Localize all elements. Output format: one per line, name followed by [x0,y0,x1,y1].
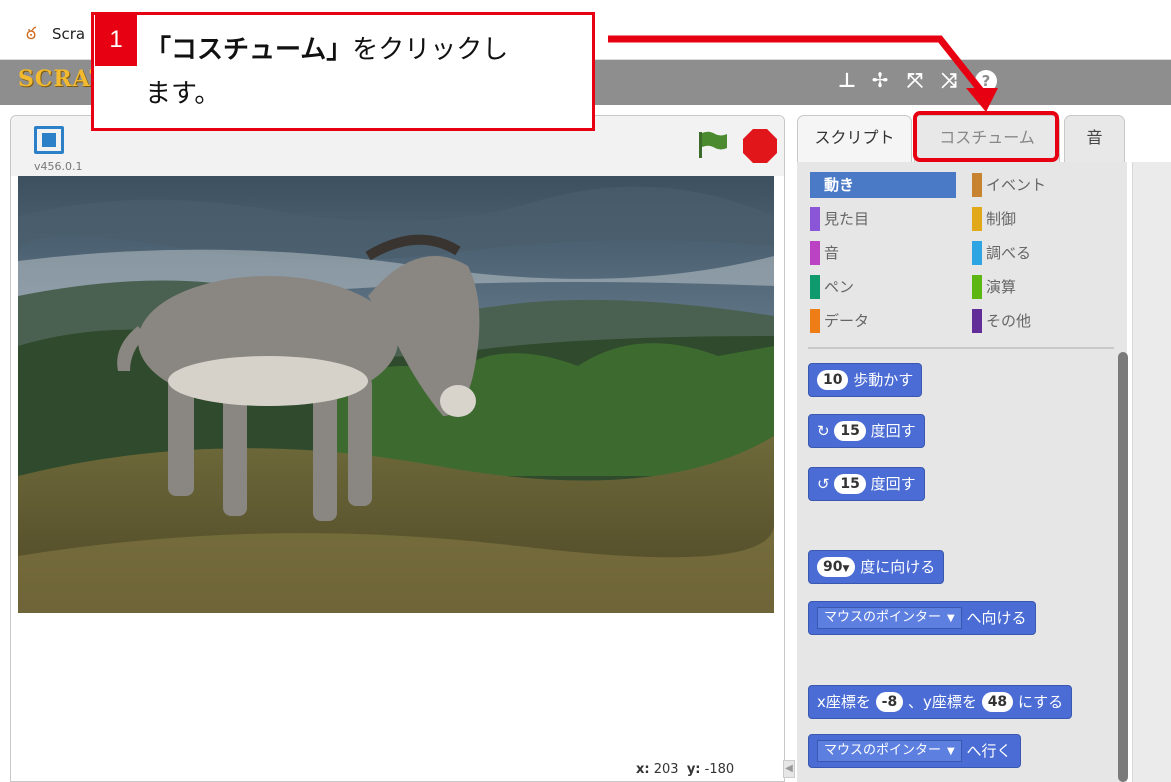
block-text: 度回す [870,422,916,440]
y-label: y: [686,762,701,777]
block-text: 、y座標を [908,693,977,711]
instruction-text: 「コスチューム」をクリックし ます。 [145,28,585,116]
block-turn-left[interactable]: ↺ 15 度回す [808,467,925,501]
x-input[interactable]: -8 [875,691,904,712]
rotate-right-icon: ↻ [817,422,830,440]
degrees-input[interactable]: 15 [834,420,866,441]
palette-scrollbar[interactable] [1118,352,1128,782]
dropdown-value: マウスのポインター [824,609,942,625]
block-text: x座標を [817,693,871,711]
x-label: x: [636,762,650,777]
category-data[interactable]: データ [810,308,956,334]
dropdown-arrow-icon: ▼ [947,612,955,624]
direction-value: 90 [823,558,843,575]
help-icon[interactable]: ? [975,70,997,92]
category-label: 音 [824,244,840,262]
block-text: 度に向ける [860,558,936,576]
x-value: 203 [653,762,679,777]
category-label: データ [824,312,870,330]
collapse-arrow-icon[interactable]: ◀ [783,760,795,778]
duplicate-icon[interactable]: ⊥ [835,68,859,92]
block-point-in-direction[interactable]: 90▼ 度に向ける [808,550,945,584]
category-color-bar [972,241,982,265]
category-color-bar [972,173,982,197]
stage-backdrop-image[interactable] [18,176,774,613]
category-label: 演算 [986,278,1017,296]
stop-icon[interactable] [742,128,778,164]
category-label: イベント [986,176,1047,194]
direction-input[interactable]: 90▼ [817,556,856,577]
presentation-mode-icon[interactable] [34,126,64,154]
tab-scripts[interactable]: スクリプト [797,115,912,163]
block-text: にする [1017,693,1064,711]
stage-below-area [18,613,774,748]
window-title: Scra [52,25,86,43]
category-label: ペン [824,278,855,296]
y-input[interactable]: 48 [981,691,1014,712]
category-pen[interactable]: ペン [810,274,956,300]
category-label: 動き [824,176,855,194]
dropdown-arrow-icon: ▼ [842,563,850,574]
steps-input[interactable]: 10 [817,369,849,390]
category-operators[interactable]: 演算 [972,274,1112,300]
category-color-bar [810,207,820,231]
block-go-to-xy[interactable]: x座標を -8 、y座標を 48 にする [808,685,1073,719]
degrees-input[interactable]: 15 [834,473,866,494]
green-flag-icon[interactable] [695,128,729,162]
delete-icon[interactable]: ✢ [868,68,892,92]
category-label: 見た目 [824,210,870,228]
category-motion[interactable]: 動き [810,172,956,198]
block-text: へ行く [966,742,1012,760]
block-move-steps[interactable]: 10 歩動かす [808,363,923,397]
tab-sounds[interactable]: 音 [1064,115,1125,162]
instruction-line2: ます。 [145,79,221,109]
costumes-tab-highlight [913,111,1059,162]
category-color-bar [810,241,820,265]
dropdown-value: マウスのポインター [824,742,942,758]
category-more-blocks[interactable]: その他 [972,308,1112,334]
block-go-to[interactable]: マウスのポインター ▼ へ行く [808,734,1021,768]
category-looks[interactable]: 見た目 [810,206,956,232]
category-label: 調べる [986,244,1032,262]
version-label: v456.0.1 [34,160,83,173]
category-divider [808,347,1114,349]
target-dropdown[interactable]: マウスのポインター ▼ [817,739,962,762]
category-color-bar [810,309,820,333]
category-color-bar [972,309,982,333]
category-color-bar [972,207,982,231]
block-text: 度回す [870,475,916,493]
dropdown-arrow-icon: ▼ [947,745,955,757]
category-label: その他 [986,312,1032,330]
instruction-rest: をクリックし [352,35,509,65]
block-point-towards[interactable]: マウスのポインター ▼ へ向ける [808,601,1036,635]
y-value: -180 [704,762,735,777]
step-number-badge: 1 [95,14,137,66]
category-color-bar [810,275,820,299]
scratch-cat-icon: ఠ [26,24,37,44]
grow-icon[interactable]: ⤧ [903,68,927,92]
category-label: 制御 [986,210,1017,228]
target-dropdown[interactable]: マウスのポインター ▼ [817,606,962,629]
category-color-bar [972,275,982,299]
category-events[interactable]: イベント [972,172,1112,198]
category-sensing[interactable]: 調べる [972,240,1112,266]
block-turn-right[interactable]: ↻ 15 度回す [808,414,925,448]
instruction-bold: 「コスチューム」 [145,35,353,65]
category-sound[interactable]: 音 [810,240,956,266]
shrink-icon[interactable]: ⤨ [937,68,961,92]
block-text: へ向ける [966,609,1027,627]
category-control[interactable]: 制御 [972,206,1112,232]
block-text: 歩動かす [853,371,914,389]
mouse-coordinates: x: 203 y: -180 [636,762,734,777]
rotate-left-icon: ↺ [817,475,830,493]
script-area[interactable] [1132,162,1171,782]
